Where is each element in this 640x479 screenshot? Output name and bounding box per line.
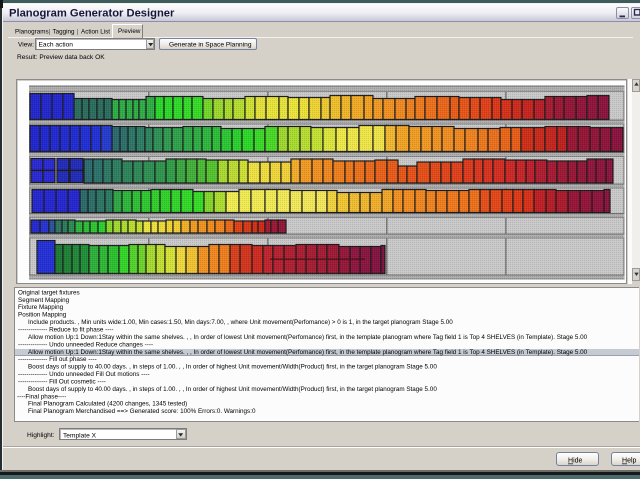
- svg-text:Result: Preview data back OK: Result: Preview data back OK: [17, 54, 105, 61]
- svg-text:|: |: [49, 29, 51, 36]
- svg-text:Hide: Hide: [568, 458, 583, 465]
- svg-text:Tagging: Tagging: [53, 29, 76, 36]
- svg-text:Preview: Preview: [118, 28, 141, 35]
- svg-text:Planograms: Planograms: [15, 29, 49, 36]
- svg-text:Generate in Space Planning: Generate in Space Planning: [169, 42, 252, 49]
- svg-text:View:: View:: [18, 42, 34, 49]
- svg-text:Template X: Template X: [63, 432, 97, 439]
- svg-text:Help: Help: [622, 458, 637, 465]
- svg-text:|: |: [77, 29, 79, 36]
- svg-text:Planogram Generator Designer: Planogram Generator Designer: [9, 8, 175, 20]
- svg-text:Action List: Action List: [81, 29, 110, 36]
- svg-text:Each action: Each action: [39, 42, 74, 49]
- svg-text:Highlight:: Highlight:: [27, 432, 55, 439]
